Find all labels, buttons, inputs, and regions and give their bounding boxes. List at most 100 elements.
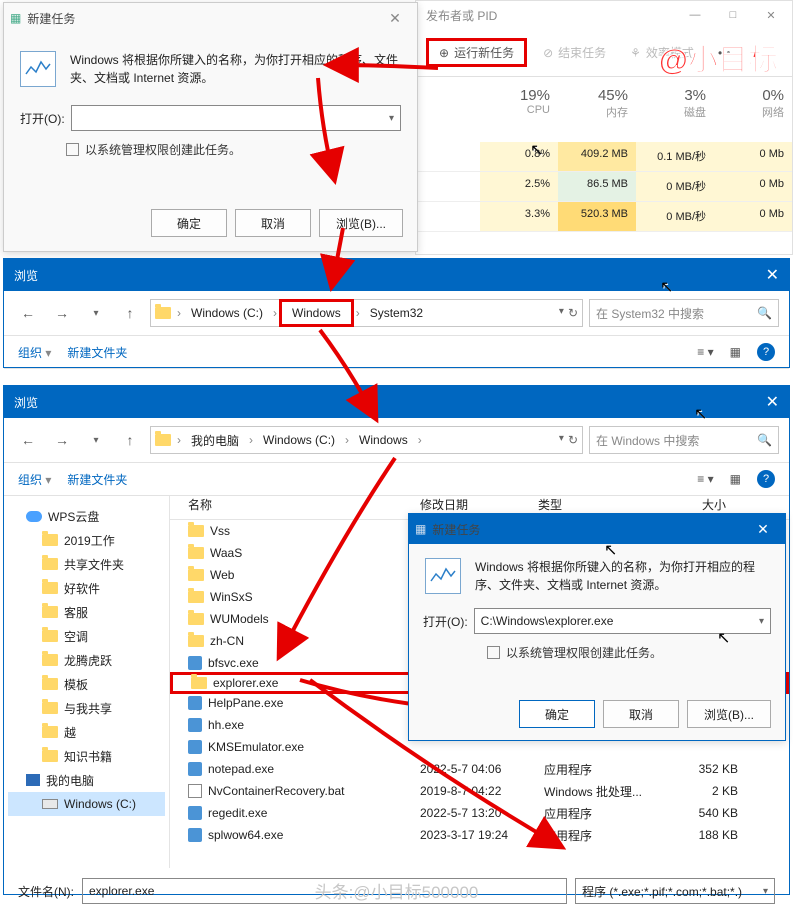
- sidebar-item[interactable]: Windows (C:): [8, 792, 165, 816]
- new-folder-button[interactable]: 新建文件夹: [67, 471, 127, 488]
- help-icon[interactable]: ?: [757, 343, 775, 361]
- tm-title-right: 发布者或 PID: [420, 7, 497, 24]
- window-maximize-icon[interactable]: □: [716, 5, 750, 25]
- filename-label: 文件名(N):: [18, 883, 74, 900]
- crumb-windows[interactable]: Windows: [288, 304, 345, 322]
- folder-icon: [188, 569, 204, 581]
- fld-icon: [42, 558, 58, 570]
- close-icon[interactable]: ✕: [766, 265, 779, 285]
- open-label: 打开(O):: [20, 110, 65, 127]
- sidebar-item[interactable]: 模板: [8, 672, 165, 696]
- folder-icon: [155, 307, 171, 319]
- close-icon[interactable]: ✕: [747, 521, 779, 538]
- browse-button[interactable]: 浏览(B)...: [687, 700, 771, 728]
- refresh-icon[interactable]: ↻: [568, 306, 578, 320]
- forward-button[interactable]: →: [48, 301, 76, 325]
- pc-icon: [26, 774, 40, 786]
- view-grid-icon[interactable]: ▦: [730, 472, 741, 486]
- leaf-icon: ⚘: [630, 46, 641, 60]
- fld-icon: [42, 750, 58, 762]
- sidebar-item[interactable]: 知识书籍: [8, 744, 165, 768]
- crumb-windows[interactable]: Windows: [355, 431, 412, 449]
- organize-menu[interactable]: 组织 ▾: [18, 344, 51, 361]
- close-icon[interactable]: ✕: [766, 392, 779, 412]
- cursor-icon: ↖: [604, 540, 617, 560]
- forward-button[interactable]: →: [48, 428, 76, 452]
- search-input[interactable]: 在 System32 中搜索 🔍: [589, 299, 779, 327]
- open-combo[interactable]: ▾: [71, 105, 401, 131]
- history-button[interactable]: ▾: [82, 428, 110, 452]
- crumb-mypc[interactable]: 我的电脑: [187, 430, 243, 451]
- exe-icon: [188, 718, 202, 732]
- ok-button[interactable]: 确定: [519, 700, 595, 728]
- footer-watermark: 头条:@小目标500000: [315, 878, 479, 903]
- window-close-icon[interactable]: ✕: [754, 5, 788, 25]
- view-grid-icon[interactable]: ▦: [730, 345, 741, 359]
- file-row[interactable]: regedit.exe2022-5-7 13:20应用程序540 KB: [170, 802, 789, 824]
- exe-icon: [188, 696, 202, 710]
- browse-button[interactable]: 浏览(B)...: [319, 209, 403, 237]
- search-icon: 🔍: [757, 306, 772, 320]
- crumb-c[interactable]: Windows (C:): [259, 431, 339, 449]
- window-minimize-icon[interactable]: —: [678, 5, 712, 25]
- chevron-down-icon: ▾: [389, 113, 394, 124]
- new-folder-button[interactable]: 新建文件夹: [67, 344, 127, 361]
- up-button[interactable]: ↑: [116, 301, 144, 325]
- run-icon: ▦: [415, 522, 426, 536]
- dialog-title: 新建任务: [432, 521, 480, 538]
- breadcrumb[interactable]: › 我的电脑› Windows (C:)› Windows› ▾↻: [150, 426, 583, 454]
- admin-checkbox[interactable]: [66, 143, 79, 156]
- run-app-icon: [425, 558, 461, 594]
- sidebar-item[interactable]: 与我共享: [8, 696, 165, 720]
- dialog-title: 新建任务: [27, 10, 75, 27]
- exe-icon: [188, 828, 202, 842]
- cancel-button[interactable]: 取消: [603, 700, 679, 728]
- run-new-task-button[interactable]: ⊕ 运行新任务: [426, 38, 527, 67]
- sidebar-item[interactable]: 越: [8, 720, 165, 744]
- sidebar-item[interactable]: 好软件: [8, 576, 165, 600]
- up-button[interactable]: ↑: [116, 428, 144, 452]
- back-button[interactable]: ←: [14, 301, 42, 325]
- cloud-icon: [26, 511, 42, 522]
- exe-icon: [188, 656, 202, 670]
- back-button[interactable]: ←: [14, 428, 42, 452]
- sidebar-item[interactable]: 2019工作: [8, 528, 165, 552]
- breadcrumb[interactable]: › Windows (C:)› Windows› System32 ▾↻: [150, 299, 583, 327]
- fld-icon: [42, 678, 58, 690]
- ok-button[interactable]: 确定: [151, 209, 227, 237]
- close-icon[interactable]: ✕: [379, 10, 411, 27]
- fld-icon: [42, 654, 58, 666]
- fld-icon: [42, 726, 58, 738]
- sidebar-item[interactable]: 共享文件夹: [8, 552, 165, 576]
- run-icon: ▦: [10, 11, 21, 25]
- open-label: 打开(O):: [423, 613, 468, 630]
- plus-icon: ⊕: [439, 46, 449, 60]
- folder-icon: [191, 677, 207, 689]
- organize-menu[interactable]: 组织 ▾: [18, 471, 51, 488]
- refresh-icon[interactable]: ↻: [568, 433, 578, 447]
- end-task-button[interactable]: ⊘ 结束任务: [535, 40, 614, 65]
- crumb-c[interactable]: Windows (C:): [187, 304, 267, 322]
- sidebar-item[interactable]: WPS云盘: [8, 504, 165, 528]
- drive-icon: [42, 799, 58, 809]
- sidebar-item[interactable]: 空调: [8, 624, 165, 648]
- file-row[interactable]: NvContainerRecovery.bat2019-8-7 04:22Win…: [170, 780, 789, 802]
- sidebar-item[interactable]: 龙腾虎跃: [8, 648, 165, 672]
- cancel-button[interactable]: 取消: [235, 209, 311, 237]
- search-input[interactable]: 在 Windows 中搜索 🔍: [589, 426, 779, 454]
- fld-icon: [42, 630, 58, 642]
- admin-checkbox[interactable]: [487, 646, 500, 659]
- sidebar-item[interactable]: 客服: [8, 600, 165, 624]
- folder-icon: [188, 613, 204, 625]
- stop-icon: ⊘: [543, 46, 553, 60]
- help-icon[interactable]: ?: [757, 470, 775, 488]
- file-row[interactable]: notepad.exe2022-5-7 04:06应用程序352 KB: [170, 758, 789, 780]
- crumb-system32[interactable]: System32: [366, 304, 427, 322]
- history-button[interactable]: ▾: [82, 301, 110, 325]
- filetype-combo[interactable]: 程序 (*.exe;*.pif;*.com;*.bat;*.)▾: [575, 878, 775, 904]
- view-list-icon[interactable]: ≡ ▾: [697, 472, 713, 486]
- view-list-icon[interactable]: ≡ ▾: [697, 345, 713, 359]
- file-row[interactable]: splwow64.exe2023-3-17 19:24应用程序188 KB: [170, 824, 789, 846]
- exe-icon: [188, 740, 202, 754]
- sidebar-item[interactable]: 我的电脑: [8, 768, 165, 792]
